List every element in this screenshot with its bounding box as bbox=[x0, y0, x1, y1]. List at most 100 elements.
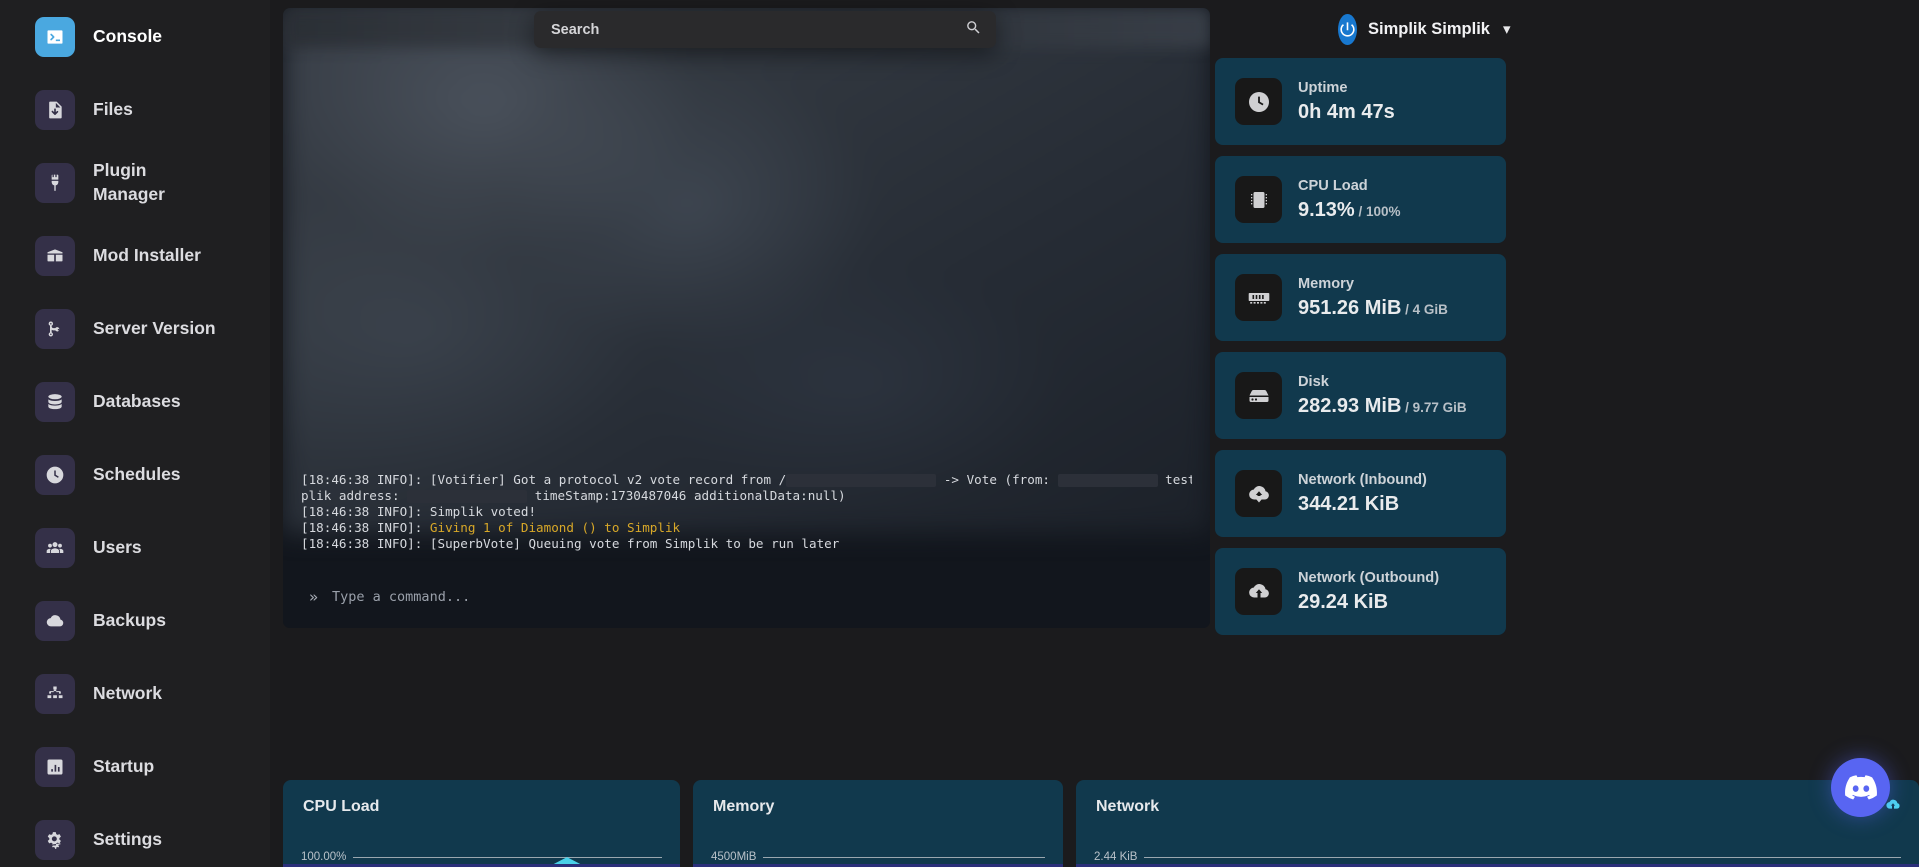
chart-title: Network bbox=[1096, 798, 1160, 815]
stat-value: 951.26 MiB / 4 GiB bbox=[1298, 296, 1448, 321]
chart-card-network: Network 2.44 KiB bbox=[1076, 780, 1919, 867]
sidebar-item-label: Network bbox=[93, 682, 163, 703]
server-name: Simplik Simplik bbox=[1368, 19, 1490, 38]
chart-title: Memory bbox=[713, 798, 775, 815]
ram-icon bbox=[1235, 274, 1282, 321]
stat-text: Disk 282.93 MiB / 9.77 GiB bbox=[1298, 372, 1467, 418]
sidebar-item-network[interactable]: Network bbox=[0, 657, 270, 730]
branch-icon bbox=[35, 308, 75, 349]
sidebar: Console Files Plugin Manager Mod Installer S… bbox=[0, 0, 270, 867]
stat-text: CPU Load 9.13% / 100% bbox=[1298, 176, 1401, 222]
terminal-icon bbox=[35, 16, 75, 57]
stat-value-sub: / 100% bbox=[1354, 203, 1401, 219]
stat-value: 282.93 MiB / 9.77 GiB bbox=[1298, 394, 1467, 419]
console-log-line: [18:46:38 INFO]: Giving 1 of Diamond () … bbox=[301, 520, 681, 535]
database-icon bbox=[35, 381, 75, 422]
chart-title: CPU Load bbox=[303, 798, 380, 815]
command-input[interactable] bbox=[332, 589, 1033, 605]
cloud-upload-icon bbox=[1885, 797, 1901, 818]
stat-card-network-inbound: Network (Inbound) 344.21 KiB bbox=[1215, 450, 1506, 537]
clock-icon bbox=[35, 454, 75, 495]
stat-value-main: 9.13% bbox=[1298, 198, 1355, 221]
stat-card-list: Uptime 0h 4m 47s CPU Load 9.13% / 100% Memor… bbox=[1213, 58, 1510, 635]
sidebar-item-label: Startup bbox=[93, 755, 155, 776]
stat-label: Disk bbox=[1298, 374, 1329, 391]
sitemap-icon bbox=[35, 673, 75, 714]
sidebar-item-label: Databases bbox=[93, 390, 181, 411]
app-root: Console Files Plugin Manager Mod Installer S… bbox=[0, 0, 1919, 867]
console-blurred-output bbox=[283, 8, 1210, 533]
console-log-line: [18:46:38 INFO]: [SuperbVote] Queuing vo… bbox=[301, 536, 840, 551]
sidebar-item-mod-installer[interactable]: Mod Installer bbox=[0, 219, 270, 292]
stat-label: CPU Load bbox=[1298, 178, 1368, 195]
sidebar-item-plugin-manager[interactable]: Plugin Manager bbox=[0, 146, 270, 219]
sidebar-item-settings[interactable]: Settings bbox=[0, 803, 270, 867]
sidebar-item-label: Schedules bbox=[93, 463, 181, 484]
sidebar-item-files[interactable]: Files bbox=[0, 73, 270, 146]
stat-label: Memory bbox=[1298, 276, 1354, 293]
sidebar-item-console[interactable]: Console bbox=[0, 0, 270, 73]
console-log-line: [18:46:38 INFO]: [Votifier] Got a protoc… bbox=[301, 472, 1192, 487]
console-log-list: [18:46:38 INFO]: [Votifier] Got a protoc… bbox=[283, 472, 1210, 560]
stat-label: Network (Outbound) bbox=[1298, 570, 1440, 587]
chart-card-row: CPU Load 100.00% Memory 4500MiB Network 2.44 … bbox=[283, 780, 1919, 867]
stat-value-main: 282.93 MiB bbox=[1298, 394, 1402, 417]
sidebar-item-label: Files bbox=[93, 98, 133, 119]
console-panel: [18:46:38 INFO]: [Votifier] Got a protoc… bbox=[283, 8, 1210, 628]
stat-value: 9.13% / 100% bbox=[1298, 198, 1401, 223]
stat-value: 29.24 KiB bbox=[1298, 590, 1439, 615]
stat-label: Network (Inbound) bbox=[1298, 472, 1427, 489]
stat-card-network-outbound: Network (Outbound) 29.24 KiB bbox=[1215, 548, 1506, 635]
file-icon bbox=[35, 89, 75, 130]
stat-text: Network (Outbound) 29.24 KiB bbox=[1298, 568, 1439, 614]
power-icon[interactable] bbox=[1338, 13, 1357, 45]
stat-card-memory: Memory 951.26 MiB / 4 GiB bbox=[1215, 254, 1506, 341]
stat-value-main: 344.21 KiB bbox=[1298, 492, 1400, 515]
stat-value-sub: / 9.77 GiB bbox=[1401, 399, 1467, 415]
chart-icon bbox=[35, 746, 75, 787]
main-content: [18:46:38 INFO]: [Votifier] Got a protoc… bbox=[270, 0, 1919, 867]
sidebar-item-databases[interactable]: Databases bbox=[0, 365, 270, 438]
stat-text: Network (Inbound) 344.21 KiB bbox=[1298, 470, 1427, 516]
cloud-upload-icon bbox=[1235, 568, 1282, 615]
sidebar-item-users[interactable]: Users bbox=[0, 511, 270, 584]
discord-button[interactable] bbox=[1831, 758, 1890, 817]
clock-icon bbox=[1235, 78, 1282, 125]
sidebar-item-backups[interactable]: Backups bbox=[0, 584, 270, 657]
console-command-row[interactable]: » bbox=[283, 566, 1210, 628]
search-icon[interactable] bbox=[965, 19, 982, 41]
sidebar-item-server-version[interactable]: Server Version bbox=[0, 292, 270, 365]
sidebar-item-label: Settings bbox=[93, 828, 163, 849]
console-log-line: [18:46:38 INFO]: Simplik voted! bbox=[301, 504, 537, 519]
users-icon bbox=[35, 527, 75, 568]
stat-label: Uptime bbox=[1298, 80, 1348, 97]
box-icon bbox=[35, 235, 75, 276]
prompt-chevron-icon: » bbox=[309, 588, 319, 606]
search-input[interactable] bbox=[551, 21, 965, 38]
sidebar-item-label: Mod Installer bbox=[93, 244, 201, 265]
sidebar-item-label: Console bbox=[93, 25, 163, 46]
stat-value: 0h 4m 47s bbox=[1298, 100, 1395, 125]
search-overlay[interactable] bbox=[534, 11, 996, 48]
sidebar-item-schedules[interactable]: Schedules bbox=[0, 438, 270, 511]
stat-value-main: 0h 4m 47s bbox=[1298, 100, 1395, 123]
sidebar-item-label: Backups bbox=[93, 609, 166, 630]
disk-icon bbox=[1235, 372, 1282, 419]
cloud-download-icon bbox=[1235, 470, 1282, 517]
stat-card-cpu-load: CPU Load 9.13% / 100% bbox=[1215, 156, 1506, 243]
plug-icon bbox=[35, 162, 75, 203]
console-log-line: plik address: timeStamp:1730487046 addit… bbox=[301, 488, 846, 503]
chart-card-cpu-load: CPU Load 100.00% bbox=[283, 780, 680, 867]
gears-icon bbox=[35, 819, 75, 860]
chevron-down-icon[interactable]: ▾ bbox=[1503, 20, 1511, 38]
stat-value-main: 951.26 MiB bbox=[1298, 296, 1402, 319]
stat-value-sub: / 4 GiB bbox=[1401, 301, 1448, 317]
discord-icon bbox=[1844, 775, 1877, 800]
stat-value: 344.21 KiB bbox=[1298, 492, 1427, 517]
stat-card-uptime: Uptime 0h 4m 47s bbox=[1215, 58, 1506, 145]
sidebar-item-label: Plugin Manager bbox=[93, 160, 165, 204]
sidebar-item-startup[interactable]: Startup bbox=[0, 730, 270, 803]
stat-card-disk: Disk 282.93 MiB / 9.77 GiB bbox=[1215, 352, 1506, 439]
stats-sidebar: Simplik Simplik ▾ Uptime 0h 4m 47s CPU Loa… bbox=[1213, 0, 1511, 867]
server-selector[interactable]: Simplik Simplik ▾ bbox=[1213, 0, 1511, 58]
